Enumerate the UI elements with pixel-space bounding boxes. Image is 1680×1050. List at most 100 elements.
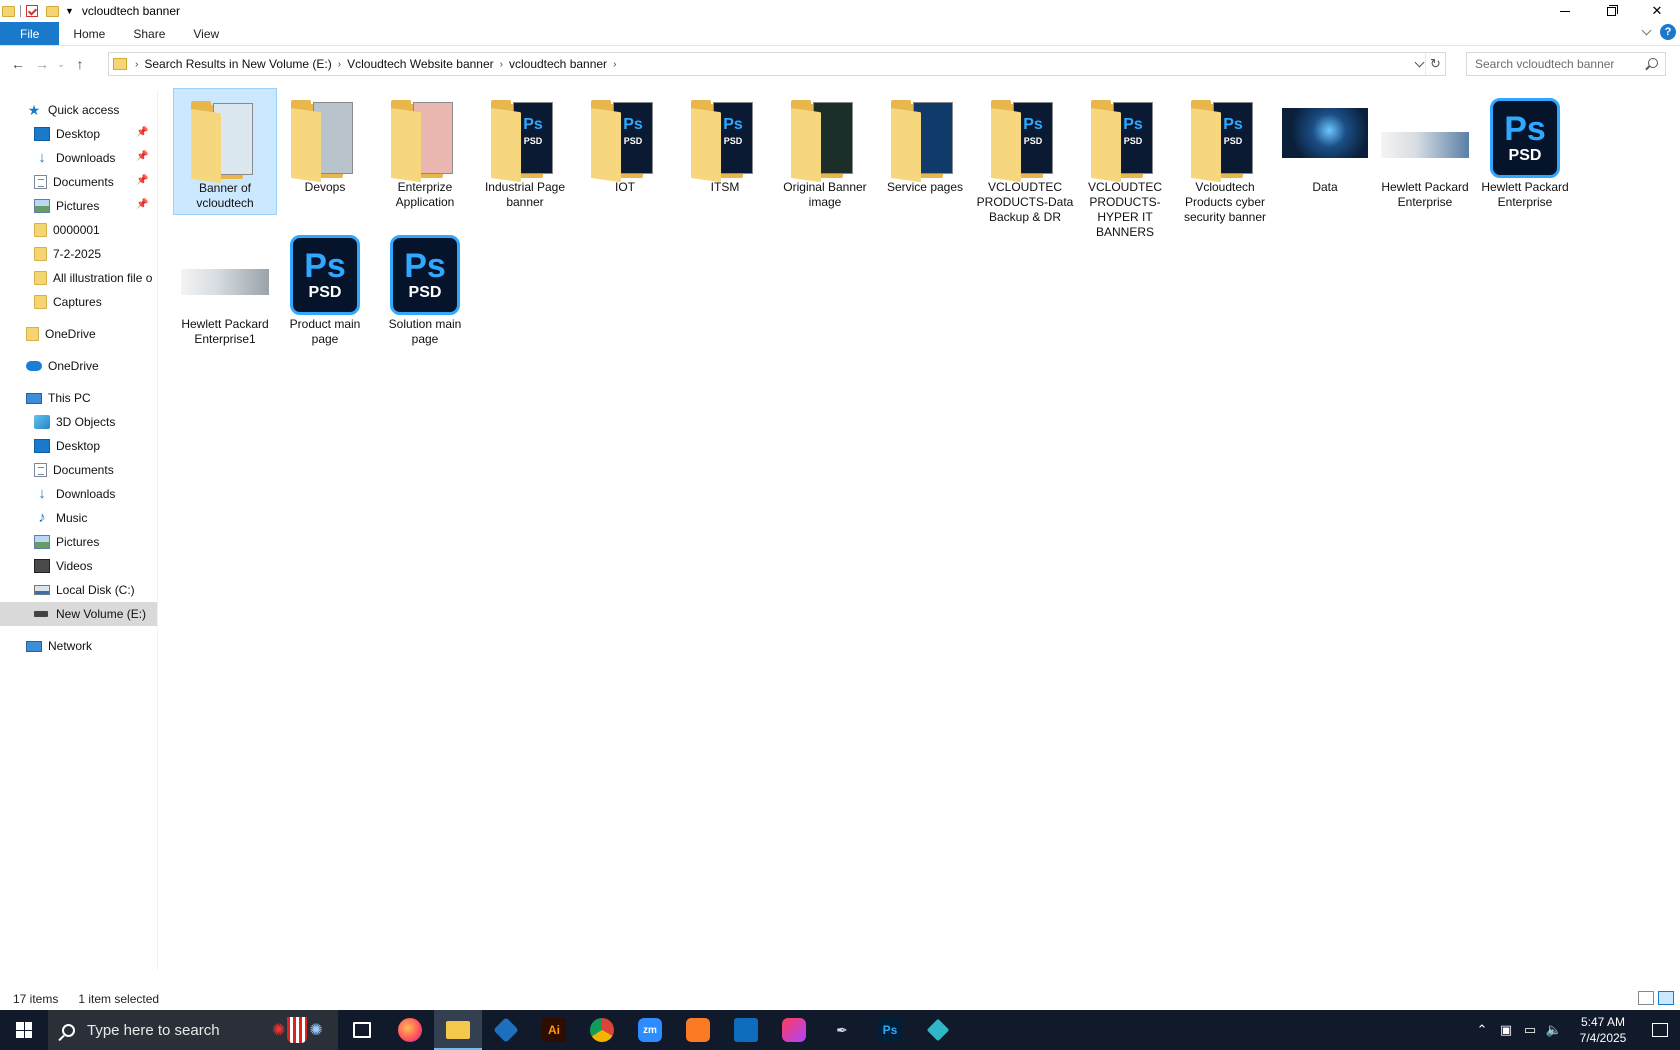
search-input[interactable] <box>1475 57 1645 71</box>
nav-quick-captures[interactable]: Captures <box>0 290 157 314</box>
nav-this-pc[interactable]: This PC <box>0 386 157 410</box>
file-tile-hewlett-packard-enterprise-13[interactable]: Ps PSD Hewlett Packard Enterprise <box>1473 88 1577 213</box>
nav-onedrive-personal[interactable]: OneDrive <box>0 322 157 346</box>
file-tile-solution-main-page-16[interactable]: Ps PSD Solution main page <box>373 225 477 350</box>
minimize-button[interactable] <box>1542 0 1588 22</box>
tab-view[interactable]: View <box>179 22 233 45</box>
taskbar-app-photoshop[interactable]: Ps <box>866 1010 914 1050</box>
task-view-icon <box>353 1022 371 1038</box>
file-tile-devops-1[interactable]: Devops <box>273 88 377 198</box>
taskbar-app-illustrator[interactable]: Ai <box>530 1010 578 1050</box>
nav-quick-desktop[interactable]: Desktop 📌 <box>0 122 157 146</box>
up-button[interactable]: ↑ <box>68 52 92 76</box>
pin-icon[interactable]: 📌 <box>136 199 148 210</box>
help-icon[interactable]: ? <box>1660 24 1676 40</box>
selection-count: 1 item selected <box>78 992 160 1006</box>
close-button[interactable]: ✕ <box>1634 0 1680 22</box>
taskbar-app-outlook[interactable] <box>722 1010 770 1050</box>
search-highlight-icon[interactable]: ✺ ✺ <box>272 1016 334 1044</box>
nav-quick-downloads[interactable]: ↓ Downloads 📌 <box>0 146 157 170</box>
file-tile-hewlett-packard-enterprise1-14[interactable]: Hewlett Packard Enterprise1 <box>173 225 277 350</box>
nav-quick-access[interactable]: ★ Quick access <box>0 98 157 122</box>
restore-button[interactable] <box>1588 0 1634 22</box>
nav-pc-3d-objects[interactable]: 3D Objects <box>0 410 157 434</box>
nav-quick-all-illustration[interactable]: All illustration file o <box>0 266 157 290</box>
nav-pc-pictures[interactable]: Pictures <box>0 530 157 554</box>
taskbar-app-task-view[interactable] <box>338 1010 386 1050</box>
nav-network[interactable]: Network <box>0 634 157 658</box>
nav-pc-local-disk-c[interactable]: Local Disk (C:) <box>0 578 157 602</box>
nav-quick-7-2-2025[interactable]: 7-2-2025 <box>0 242 157 266</box>
file-tile-service-pages-7[interactable]: Service pages <box>873 88 977 198</box>
tile-label: Hewlett Packard Enterprise1 <box>181 317 269 346</box>
address-bar[interactable]: › Search Results in New Volume (E:) › Vc… <box>108 52 1446 76</box>
taskbar-app-file-explorer[interactable] <box>434 1010 482 1050</box>
properties-icon[interactable] <box>26 5 38 17</box>
customize-toolbar-chevron-icon[interactable]: ▼ <box>65 6 74 16</box>
pin-icon[interactable]: 📌 <box>136 127 148 138</box>
file-tile-hewlett-packard-enterprise-12[interactable]: Hewlett Packard Enterprise <box>1373 88 1477 213</box>
back-button[interactable]: ← <box>6 52 30 76</box>
file-tile-iot-4[interactable]: Ps PSD IOT <box>573 88 677 198</box>
breadcrumb-search-results[interactable]: Search Results in New Volume (E:) <box>138 57 337 71</box>
file-tile-banner-of-vcloudtech-0[interactable]: Banner of vcloudtech <box>173 88 277 215</box>
taskbar-app-xampp[interactable] <box>674 1010 722 1050</box>
nav-quick-0000001[interactable]: 0000001 <box>0 218 157 242</box>
search-box[interactable] <box>1466 52 1666 76</box>
nav-pc-music[interactable]: ♪ Music <box>0 506 157 530</box>
clock[interactable]: 5:47 AM 7/4/2025 <box>1566 1014 1640 1046</box>
taskbar-app-vscode[interactable] <box>482 1010 530 1050</box>
tab-home[interactable]: Home <box>59 22 119 45</box>
navigation-pane[interactable]: ★ Quick access Desktop 📌 ↓ Downloads 📌 D… <box>0 90 158 970</box>
network-status-icon[interactable]: ▭ <box>1518 1022 1542 1038</box>
device-icon[interactable]: ▣ <box>1494 1022 1518 1038</box>
taskbar-search-input[interactable] <box>87 1021 267 1039</box>
tab-share[interactable]: Share <box>119 22 179 45</box>
nav-onedrive[interactable]: OneDrive <box>0 354 157 378</box>
file-tile-data-11[interactable]: Data <box>1273 88 1377 198</box>
nav-quick-documents[interactable]: Documents 📌 <box>0 170 157 194</box>
refresh-button[interactable]: ↻ <box>1425 53 1445 75</box>
nav-pc-desktop[interactable]: Desktop <box>0 434 157 458</box>
folder-icon: Ps PSD <box>1191 98 1259 183</box>
pin-icon[interactable]: 📌 <box>136 175 148 186</box>
file-tile-industrial-page-banner-3[interactable]: Ps PSD Industrial Page banner <box>473 88 577 213</box>
volume-icon[interactable]: 🔈 <box>1542 1022 1566 1038</box>
taskbar-app-firefox[interactable] <box>386 1010 434 1050</box>
start-button[interactable] <box>0 1010 48 1050</box>
nav-quick-pictures[interactable]: Pictures 📌 <box>0 194 157 218</box>
large-icons-view-icon[interactable] <box>1658 991 1674 1005</box>
expand-ribbon-chevron-icon[interactable] <box>1641 25 1652 35</box>
forward-button[interactable]: → <box>30 52 54 76</box>
new-folder-icon[interactable] <box>46 5 59 17</box>
taskbar-search[interactable]: ✺ ✺ <box>48 1010 338 1050</box>
taskbar-app-creative-cloud[interactable] <box>770 1010 818 1050</box>
taskbar-app-app-diamond[interactable] <box>914 1010 962 1050</box>
file-tile-vcloudtec-products-data-backup-dr-8[interactable]: Ps PSD VCLOUDTEC PRODUCTS-Data Backup & DR <box>973 88 1077 228</box>
file-tile-original-banner-image-6[interactable]: Original Banner image <box>773 88 877 213</box>
file-tile-vcloudtec-products-hyper-it-banners-9[interactable]: Ps PSD VCLOUDTEC PRODUCTS-HYPER IT BANNERS <box>1073 88 1177 243</box>
nav-pc-downloads[interactable]: ↓ Downloads <box>0 482 157 506</box>
taskbar-app-chrome[interactable] <box>578 1010 626 1050</box>
nav-pc-documents[interactable]: Documents <box>0 458 157 482</box>
breadcrumb-vcloudtech-banner[interactable]: vcloudtech banner <box>503 57 613 71</box>
pin-icon[interactable]: 📌 <box>136 151 148 162</box>
file-tile-itsm-5[interactable]: Ps PSD ITSM <box>673 88 777 198</box>
zoom-icon: zm <box>638 1018 662 1042</box>
notifications-button[interactable] <box>1640 1010 1680 1050</box>
recent-locations-button[interactable]: ⌄ <box>54 52 68 76</box>
nav-pc-videos[interactable]: Videos <box>0 554 157 578</box>
file-tile-vcloudtech-products-cyber-security-banner-10[interactable]: Ps PSD Vcloudtech Products cyber security … <box>1173 88 1277 228</box>
show-hidden-icons-chevron-icon[interactable]: ⌃ <box>1470 1022 1494 1038</box>
nav-label: Documents <box>53 175 114 189</box>
tab-file[interactable]: File <box>0 22 60 45</box>
breadcrumb-separator-icon[interactable]: › <box>613 59 616 70</box>
breadcrumb-website-banner[interactable]: Vcloudtech Website banner <box>341 57 500 71</box>
file-tile-product-main-page-15[interactable]: Ps PSD Product main page <box>273 225 377 350</box>
taskbar-app-pen-tool[interactable]: ✒ <box>818 1010 866 1050</box>
details-view-icon[interactable] <box>1638 991 1654 1005</box>
nav-pc-new-volume-e[interactable]: New Volume (E:) <box>0 602 157 626</box>
taskbar-app-zoom[interactable]: zm <box>626 1010 674 1050</box>
file-tile-enterprize-application-2[interactable]: Enterprize Application <box>373 88 477 213</box>
address-history-chevron-icon[interactable] <box>1414 57 1425 68</box>
